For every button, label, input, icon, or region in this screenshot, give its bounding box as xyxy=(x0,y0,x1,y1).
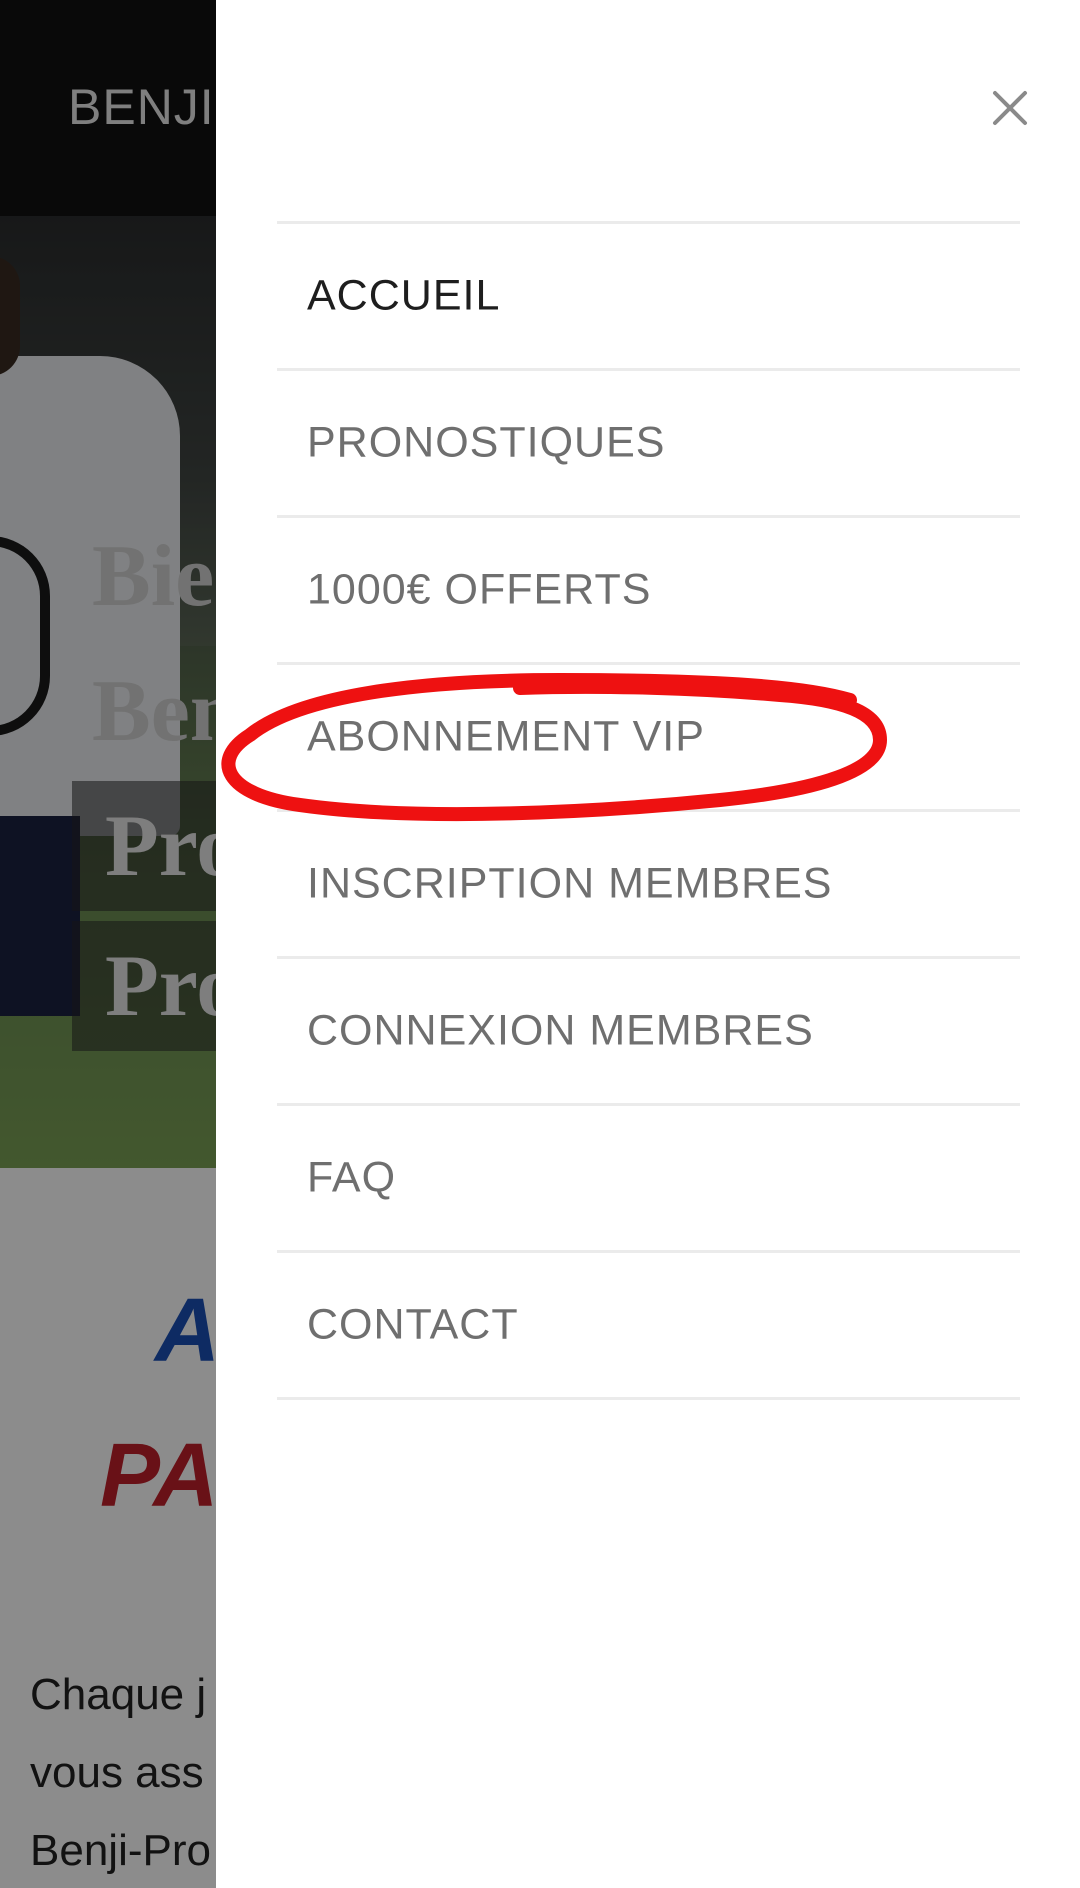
menu-item-label: CONNEXION MEMBRES xyxy=(307,1006,814,1055)
close-button[interactable] xyxy=(975,73,1045,143)
menu-item-label: FAQ xyxy=(307,1153,397,1202)
menu-item-label: 1000€ OFFERTS xyxy=(307,565,652,614)
menu-item-label: ABONNEMENT VIP xyxy=(307,712,705,761)
close-icon xyxy=(993,91,1027,125)
menu-item-label: INSCRIPTION MEMBRES xyxy=(307,859,833,908)
menu-item-contact[interactable]: CONTACT xyxy=(277,1253,1020,1400)
navigation-drawer: ACCUEIL PRONOSTIQUES 1000€ OFFERTS ABONN… xyxy=(216,0,1080,1888)
menu-item-accueil[interactable]: ACCUEIL xyxy=(277,224,1020,371)
menu-item-abonnement-vip[interactable]: ABONNEMENT VIP xyxy=(277,665,1020,812)
menu-item-inscription-membres[interactable]: INSCRIPTION MEMBRES xyxy=(277,812,1020,959)
drawer-menu: ACCUEIL PRONOSTIQUES 1000€ OFFERTS ABONN… xyxy=(277,221,1020,1400)
menu-item-label: CONTACT xyxy=(307,1300,519,1349)
menu-item-connexion-membres[interactable]: CONNEXION MEMBRES xyxy=(277,959,1020,1106)
menu-item-faq[interactable]: FAQ xyxy=(277,1106,1020,1253)
menu-item-1000-offerts[interactable]: 1000€ OFFERTS xyxy=(277,518,1020,665)
menu-item-label: ACCUEIL xyxy=(307,271,501,320)
menu-item-label: PRONOSTIQUES xyxy=(307,418,666,467)
page: BENJI- Bie Ben Pro Pro A PA Chaque j vou… xyxy=(0,0,1080,1888)
menu-item-pronostiques[interactable]: PRONOSTIQUES xyxy=(277,371,1020,518)
